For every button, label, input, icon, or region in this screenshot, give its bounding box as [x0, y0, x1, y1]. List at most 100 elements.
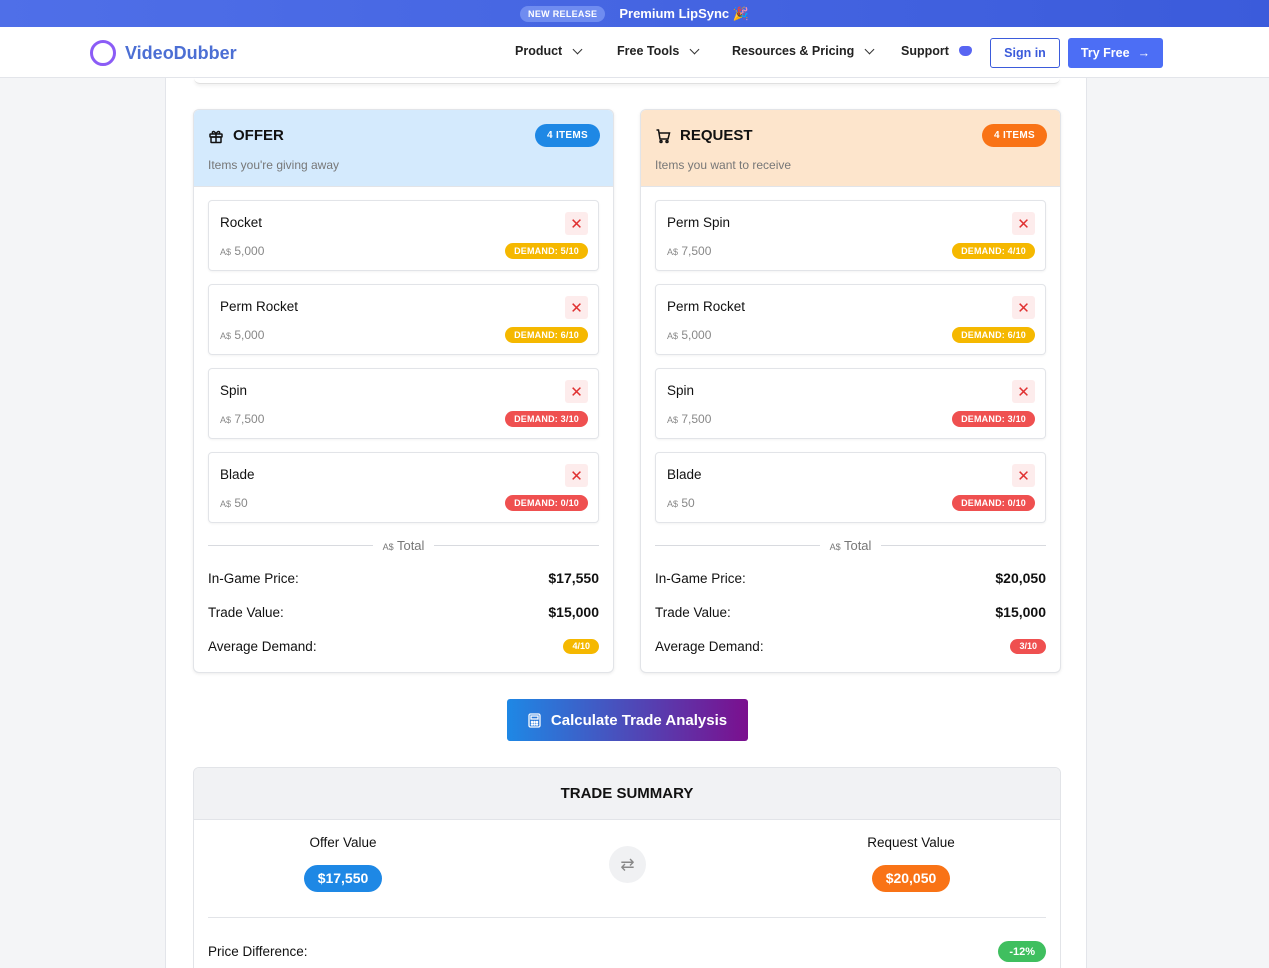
ingame-price-value: $20,050: [995, 570, 1046, 586]
demand-badge: DEMAND: 6/10: [952, 327, 1035, 343]
offer-value-label: Offer Value: [309, 835, 377, 850]
nav-product[interactable]: Product: [515, 44, 583, 58]
ingame-price-row: In-Game Price: $20,050: [641, 561, 1060, 595]
item-price-value: 50: [234, 496, 248, 510]
average-demand-row: Average Demand: 3/10: [641, 629, 1060, 663]
try-free-label: Try Free: [1080, 46, 1130, 60]
item-price: A$ 7,500: [667, 244, 711, 258]
item-price-value: 5,000: [234, 244, 265, 258]
item-price-value: 7,500: [681, 244, 712, 258]
nav-free-tools-label: Free Tools: [617, 44, 680, 58]
item-name: Rocket: [220, 215, 263, 230]
remove-item-button[interactable]: ✕: [565, 296, 588, 319]
total-label-text: Total: [396, 537, 425, 553]
average-demand-label: Average Demand:: [655, 638, 764, 654]
currency-label: A$: [220, 331, 232, 341]
divider: [208, 544, 373, 546]
item-name: Blade: [667, 467, 702, 482]
total-separator: A$ Total: [655, 536, 1046, 554]
calculator-icon: [528, 712, 541, 728]
item-name: Spin: [220, 383, 248, 398]
remove-item-button[interactable]: ✕: [1012, 212, 1035, 235]
divider: [208, 917, 1046, 918]
price-difference-badge: -12%: [998, 941, 1046, 962]
item-price-value: 7,500: [234, 412, 265, 426]
item-name: Spin: [667, 383, 695, 398]
divider: [655, 544, 820, 546]
offer-card-header: OFFER Items you're giving away 4 ITEMS: [194, 110, 613, 187]
currency-label: A$: [220, 499, 232, 509]
logo-ring-icon: [90, 40, 116, 66]
nav-free-tools[interactable]: Free Tools: [617, 44, 700, 58]
promo-title[interactable]: Premium LipSync 🎉: [619, 6, 749, 22]
offer-items-list: Rocket A$ 5,000 ✕ DEMAND: 5/10 Perm Rock…: [194, 187, 613, 523]
request-item: Spin A$ 7,500 ✕ DEMAND: 3/10: [655, 368, 1046, 439]
remove-item-button[interactable]: ✕: [565, 212, 588, 235]
ingame-price-label: In-Game Price:: [208, 570, 299, 586]
currency-label: A$: [382, 541, 394, 552]
remove-item-button[interactable]: ✕: [1012, 296, 1035, 319]
request-count-badge: 4 ITEMS: [982, 124, 1047, 147]
remove-item-button[interactable]: ✕: [565, 380, 588, 403]
request-title-text: REQUEST: [680, 127, 753, 144]
demand-badge: DEMAND: 4/10: [952, 243, 1035, 259]
average-demand-row: Average Demand: 4/10: [194, 629, 613, 663]
item-price: A$ 5,000: [220, 328, 264, 342]
nav-resources-pricing[interactable]: Resources & Pricing: [732, 44, 875, 58]
request-card-header: REQUEST Items you want to receive 4 ITEM…: [641, 110, 1060, 187]
divider: [881, 544, 1046, 546]
chevron-down-icon: [572, 44, 583, 54]
calculate-trade-button[interactable]: Calculate Trade Analysis: [507, 699, 748, 741]
trade-value-value: $15,000: [995, 604, 1046, 620]
item-price: A$ 7,500: [667, 412, 711, 426]
logo-text: VideoDubber: [125, 42, 237, 63]
chevron-down-icon: [689, 44, 700, 54]
logo[interactable]: VideoDubber: [90, 40, 237, 66]
offer-count-badge: 4 ITEMS: [535, 124, 600, 147]
offer-value-pill: $17,550: [303, 865, 383, 892]
item-price-value: 7,500: [681, 412, 712, 426]
item-price-value: 5,000: [234, 328, 265, 342]
offer-value-block: Offer Value $17,550: [243, 835, 443, 892]
trade-value-label: Trade Value:: [208, 604, 284, 620]
chevron-down-icon: [864, 44, 875, 54]
nav-support-label: Support: [901, 44, 949, 58]
request-items-list: Perm Spin A$ 7,500 ✕ DEMAND: 4/10 Perm R…: [641, 187, 1060, 523]
sign-in-button[interactable]: Sign in: [990, 38, 1060, 68]
offer-item: Rocket A$ 5,000 ✕ DEMAND: 5/10: [208, 200, 599, 271]
currency-label: A$: [220, 415, 232, 425]
offer-item: Spin A$ 7,500 ✕ DEMAND: 3/10: [208, 368, 599, 439]
item-price: A$ 7,500: [220, 412, 264, 426]
remove-item-button[interactable]: ✕: [1012, 380, 1035, 403]
total-label: A$ Total: [820, 538, 882, 553]
request-value-pill: $20,050: [871, 865, 951, 892]
promo-banner[interactable]: NEW RELEASE Premium LipSync 🎉: [0, 0, 1269, 27]
main-panel: OFFER Items you're giving away 4 ITEMS R…: [165, 78, 1087, 968]
total-label-text: Total: [843, 537, 872, 553]
discord-icon: [958, 46, 972, 56]
new-release-badge: NEW RELEASE: [520, 5, 606, 22]
trade-value-row: Trade Value: $15,000: [194, 595, 613, 629]
offer-title-text: OFFER: [233, 127, 284, 144]
item-name: Perm Spin: [667, 215, 731, 230]
remove-item-button[interactable]: ✕: [1012, 464, 1035, 487]
price-difference-label: Price Difference:: [208, 944, 308, 959]
nav-product-label: Product: [515, 44, 563, 58]
total-separator: A$ Total: [208, 536, 599, 554]
request-card: REQUEST Items you want to receive 4 ITEM…: [640, 109, 1061, 673]
average-demand-label: Average Demand:: [208, 638, 317, 654]
demand-badge: DEMAND: 3/10: [952, 411, 1035, 427]
ingame-price-label: In-Game Price:: [655, 570, 746, 586]
try-free-button[interactable]: Try Free →: [1068, 38, 1163, 68]
remove-item-button[interactable]: ✕: [565, 464, 588, 487]
trade-value-row: Trade Value: $15,000: [641, 595, 1060, 629]
demand-badge: DEMAND: 5/10: [505, 243, 588, 259]
total-label: A$ Total: [373, 538, 435, 553]
trade-value-label: Trade Value:: [655, 604, 731, 620]
item-price-value: 50: [681, 496, 695, 510]
request-item: Blade A$ 50 ✕ DEMAND: 0/10: [655, 452, 1046, 523]
nav-support[interactable]: Support: [901, 44, 972, 58]
item-name: Perm Rocket: [220, 299, 299, 314]
trade-value-value: $15,000: [548, 604, 599, 620]
item-name: Blade: [220, 467, 255, 482]
